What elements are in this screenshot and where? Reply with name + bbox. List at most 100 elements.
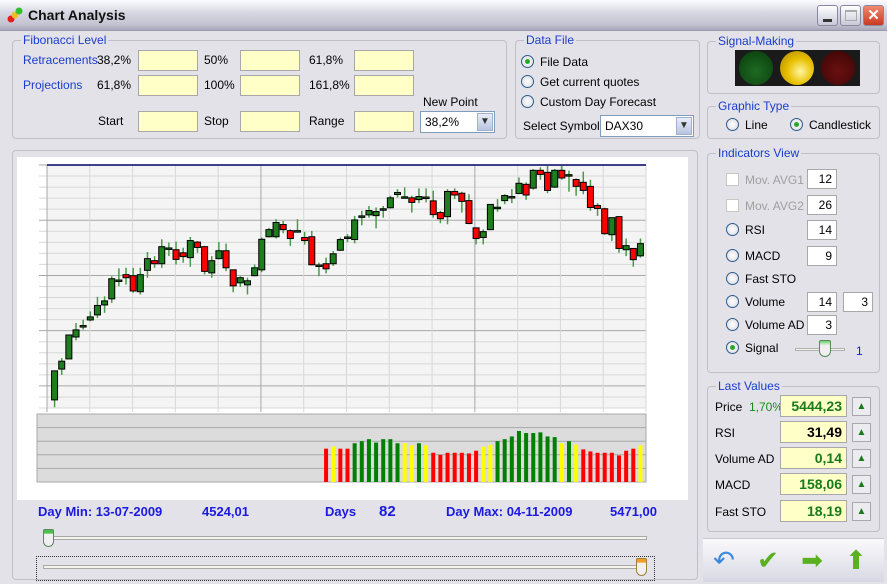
signal-bar [338, 448, 343, 482]
projection-field-2[interactable] [240, 75, 300, 96]
candle [601, 208, 609, 235]
signal-slider-handle[interactable] [819, 340, 831, 357]
signal-bar [409, 445, 414, 482]
macd-value: 158,06 [780, 473, 847, 495]
macd-trend-up-icon[interactable]: ▲ [852, 475, 871, 494]
signal-bar [502, 439, 507, 482]
mov-avg2-field[interactable]: 26 [807, 195, 837, 215]
projection-field-1[interactable] [138, 75, 198, 96]
candle [172, 249, 180, 260]
maximize-button[interactable] [840, 5, 861, 26]
candle [186, 240, 194, 259]
window-title: Chart Analysis [28, 7, 126, 23]
select-symbol-label: Select Symbol [523, 119, 600, 133]
start-slider-handle[interactable] [43, 529, 54, 547]
signal-bar [381, 439, 386, 482]
candle [436, 212, 444, 220]
candlestick-radio[interactable] [790, 118, 803, 131]
candle [86, 316, 94, 321]
current-quotes-radio[interactable] [521, 75, 534, 88]
signal-bar [474, 450, 479, 482]
candle [636, 243, 644, 257]
day-max-label: Day Max: 04-11-2009 [446, 504, 573, 519]
candle [536, 169, 544, 175]
rsi-trend-up-icon[interactable]: ▲ [852, 423, 871, 442]
signal-radio[interactable] [726, 341, 739, 354]
fast-sto-trend-up-icon[interactable]: ▲ [852, 502, 871, 521]
candle [136, 274, 144, 293]
candle [251, 267, 259, 277]
minimize-button[interactable] [817, 5, 838, 26]
next-arrow-icon[interactable]: ➡ [796, 544, 828, 576]
signal-bar [495, 441, 500, 482]
start-range-slider[interactable] [44, 536, 647, 540]
projections-link[interactable]: Projections [23, 78, 82, 92]
ok-check-icon[interactable]: ✔ [752, 544, 784, 576]
rsi-value: 31,49 [780, 421, 847, 443]
stop-label: Stop [204, 114, 229, 128]
signal-bar [488, 444, 493, 482]
up-arrow-icon[interactable]: ⬆ [840, 544, 872, 576]
signal-bar [638, 445, 643, 482]
candle [236, 277, 244, 284]
candle [558, 169, 566, 179]
signal-bar [352, 443, 357, 482]
candle [479, 231, 487, 239]
candle [129, 275, 137, 292]
candle [151, 260, 159, 265]
candle [201, 246, 209, 272]
volume-radio[interactable] [726, 295, 739, 308]
macd-last-label: MACD [715, 478, 751, 492]
volume-ad-field[interactable]: 3 [807, 315, 837, 335]
chevron-down-icon[interactable]: ▼ [477, 113, 493, 131]
line-radio[interactable] [726, 118, 739, 131]
new-point-select[interactable]: 38,2% ▼ [420, 111, 495, 133]
candle [72, 329, 80, 338]
price-trend-up-icon[interactable]: ▲ [852, 397, 871, 416]
candle [193, 241, 201, 248]
retracement-field-1[interactable] [138, 50, 198, 71]
volume-field-2[interactable]: 3 [843, 292, 873, 312]
mov-avg2-checkbox[interactable] [726, 199, 739, 212]
custom-forecast-radio[interactable] [521, 95, 534, 108]
range-label: Range [309, 114, 345, 128]
symbol-select[interactable]: DAX30 ▼ [600, 115, 694, 137]
retracement-field-3[interactable] [354, 50, 414, 71]
macd-radio[interactable] [726, 249, 739, 262]
current-quotes-label: Get current quotes [540, 75, 640, 89]
close-button[interactable]: ✕ [863, 5, 884, 26]
retracement-field-2[interactable] [240, 50, 300, 71]
range-field[interactable] [354, 111, 414, 132]
candle [265, 229, 273, 238]
price-change: 1,70% [749, 400, 784, 414]
volume-ad-trend-up-icon[interactable]: ▲ [852, 449, 871, 468]
signal-making-group: Signal-Making [707, 34, 880, 94]
price-label: Price [715, 400, 743, 414]
end-slider-handle[interactable] [636, 558, 647, 576]
volume-field-1[interactable]: 14 [807, 292, 837, 312]
title-bar: Chart Analysis ✕ [0, 0, 887, 31]
macd-field[interactable]: 9 [807, 246, 837, 266]
rsi-field[interactable]: 14 [807, 220, 837, 240]
signal-bar [374, 442, 379, 482]
candle [629, 247, 637, 261]
candle [444, 190, 452, 218]
signal-making-title: Signal-Making [716, 34, 797, 48]
mov-avg1-checkbox[interactable] [726, 173, 739, 186]
candle [522, 183, 530, 196]
mov-avg1-field[interactable]: 12 [807, 169, 837, 189]
fast-sto-radio[interactable] [726, 272, 739, 285]
signal-bar [624, 450, 629, 482]
chevron-down-icon[interactable]: ▼ [676, 117, 692, 135]
retracements-link[interactable]: Retracements [23, 53, 98, 67]
stop-field[interactable] [240, 111, 300, 132]
candle [529, 169, 537, 189]
volume-ad-radio[interactable] [726, 318, 739, 331]
rsi-radio[interactable] [726, 223, 739, 236]
projection-field-3[interactable] [354, 75, 414, 96]
candle [315, 264, 323, 267]
file-data-radio[interactable] [521, 55, 534, 68]
rsi-last-label: RSI [715, 426, 736, 440]
undo-icon[interactable]: ↶ [708, 544, 740, 576]
start-field[interactable] [138, 111, 198, 132]
